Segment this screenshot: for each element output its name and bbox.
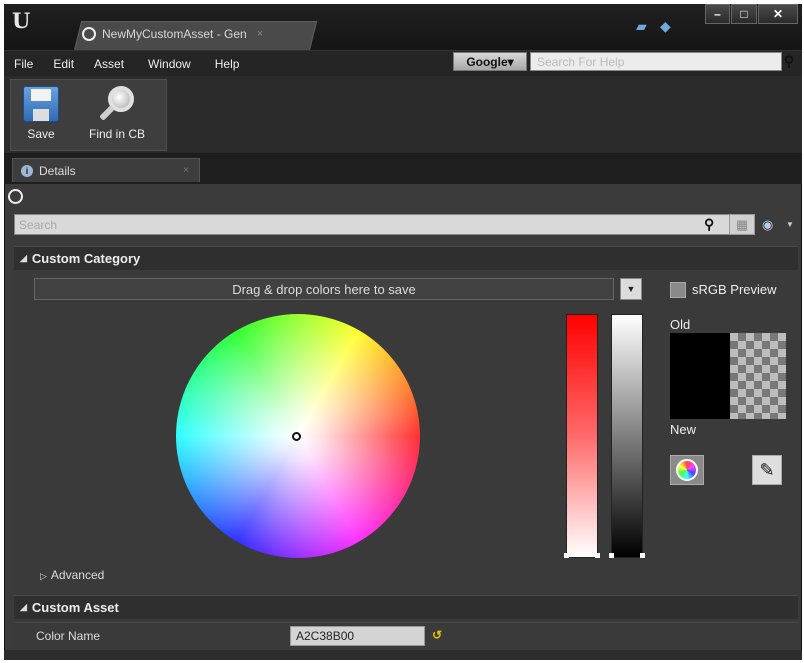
color-themes-dropzone[interactable]: Drag & drop colors here to save — [34, 278, 614, 300]
minimize-button[interactable]: – — [705, 4, 730, 24]
color-wheel-cursor[interactable] — [292, 432, 301, 441]
details-tab[interactable]: i Details × — [12, 158, 200, 182]
chevron-down-icon[interactable]: ▼ — [620, 278, 642, 300]
saturation-slider[interactable] — [566, 314, 598, 558]
saturation-slider-handle[interactable] — [564, 553, 600, 558]
toolbar-group: Save Find in CB — [10, 79, 167, 151]
search-icon[interactable]: ⚲ — [784, 53, 794, 70]
custom-asset-header[interactable]: ◢ Custom Asset — [14, 595, 798, 619]
collapse-triangle-icon: ◢ — [20, 602, 27, 612]
reset-to-default-icon[interactable]: ↺ — [432, 628, 442, 642]
new-color-swatch — [730, 333, 786, 419]
asset-thumbnail-icon — [8, 189, 23, 204]
new-color-label: New — [670, 422, 697, 437]
property-matrix-button[interactable]: ▦ — [729, 214, 755, 235]
menu-edit[interactable]: Edit — [43, 57, 84, 71]
srgb-preview-label: sRGB Preview — [692, 282, 777, 297]
asset-circle-icon — [82, 27, 96, 41]
srgb-preview-checkbox[interactable] — [670, 282, 686, 298]
eyedropper-button[interactable]: ✎ — [752, 455, 782, 485]
find-in-cb-label: Find in CB — [89, 127, 146, 141]
save-button[interactable]: Save — [23, 86, 59, 141]
search-provider-dropdown[interactable]: Google▾ — [453, 52, 527, 71]
value-slider-handle[interactable] — [609, 553, 645, 558]
graduation-cap-icon[interactable]: ◆ — [660, 18, 671, 35]
menu-file[interactable]: File — [4, 57, 43, 71]
document-tab-title: NewMyCustomAsset - Gen — [102, 27, 247, 41]
menu-help[interactable]: Help — [201, 57, 250, 71]
panel-footer — [4, 650, 802, 660]
chevron-down-icon[interactable]: ▼ — [786, 220, 794, 229]
custom-category-title: Custom Category — [31, 251, 141, 266]
color-wheel-mode-button[interactable] — [670, 455, 704, 485]
custom-asset-title: Custom Asset — [31, 600, 119, 615]
magnifier-icon — [99, 86, 135, 122]
details-search-input[interactable] — [14, 214, 730, 235]
save-label: Save — [27, 127, 55, 141]
eye-icon[interactable]: ◉ — [762, 217, 773, 233]
tab-close-icon[interactable]: × — [183, 165, 189, 176]
old-color-label: Old — [670, 317, 691, 332]
color-name-label: Color Name — [36, 629, 101, 643]
speech-bubble-icon[interactable]: ▰ — [636, 18, 647, 35]
details-info-icon: i — [21, 164, 33, 177]
help-search-input[interactable] — [530, 52, 782, 71]
unreal-logo: U — [12, 8, 30, 33]
details-tab-label: Details — [39, 163, 76, 178]
find-in-cb-button[interactable]: Find in CB — [89, 86, 145, 141]
collapse-triangle-icon: ◢ — [20, 253, 27, 263]
menu-asset[interactable]: Asset — [84, 57, 134, 71]
old-color-swatch — [670, 333, 730, 419]
close-button[interactable]: ✕ — [758, 4, 798, 24]
custom-category-header[interactable]: ◢ Custom Category — [14, 246, 798, 270]
value-slider[interactable] — [611, 314, 643, 558]
expand-triangle-icon: ▷ — [40, 571, 47, 581]
advanced-label: Advanced — [50, 568, 105, 582]
advanced-toggle[interactable]: ▷ Advanced — [40, 568, 104, 582]
menu-window[interactable]: Window — [134, 57, 201, 71]
tab-close-icon[interactable]: × — [257, 28, 263, 40]
color-name-field[interactable] — [290, 626, 425, 646]
maximize-button[interactable]: □ — [731, 4, 757, 24]
eyedropper-icon: ✎ — [759, 459, 775, 480]
floppy-disk-icon — [23, 86, 59, 122]
document-tab-content[interactable]: NewMyCustomAsset - Gen × — [82, 22, 263, 46]
search-icon[interactable]: ⚲ — [704, 216, 714, 233]
color-wheel-icon — [676, 459, 698, 481]
